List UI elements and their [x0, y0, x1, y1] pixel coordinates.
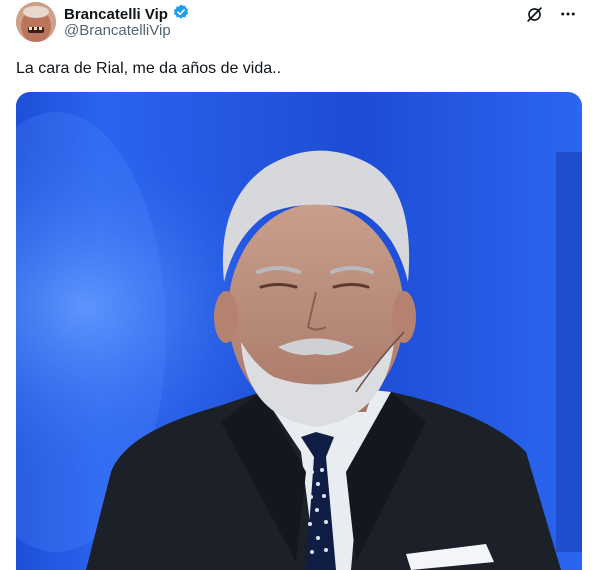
tweet-actions: [522, 2, 580, 26]
tweet-text: La cara de Rial, me da años de vida..: [16, 60, 282, 77]
more-icon[interactable]: [556, 2, 580, 26]
verified-badge-icon: [172, 3, 190, 26]
tweet-media-image[interactable]: [16, 92, 582, 570]
author-avatar[interactable]: [16, 2, 56, 42]
author-name[interactable]: Brancatelli Vip: [64, 6, 168, 24]
author-handle[interactable]: @BrancatelliVip: [64, 22, 171, 39]
grok-icon[interactable]: [522, 2, 546, 26]
